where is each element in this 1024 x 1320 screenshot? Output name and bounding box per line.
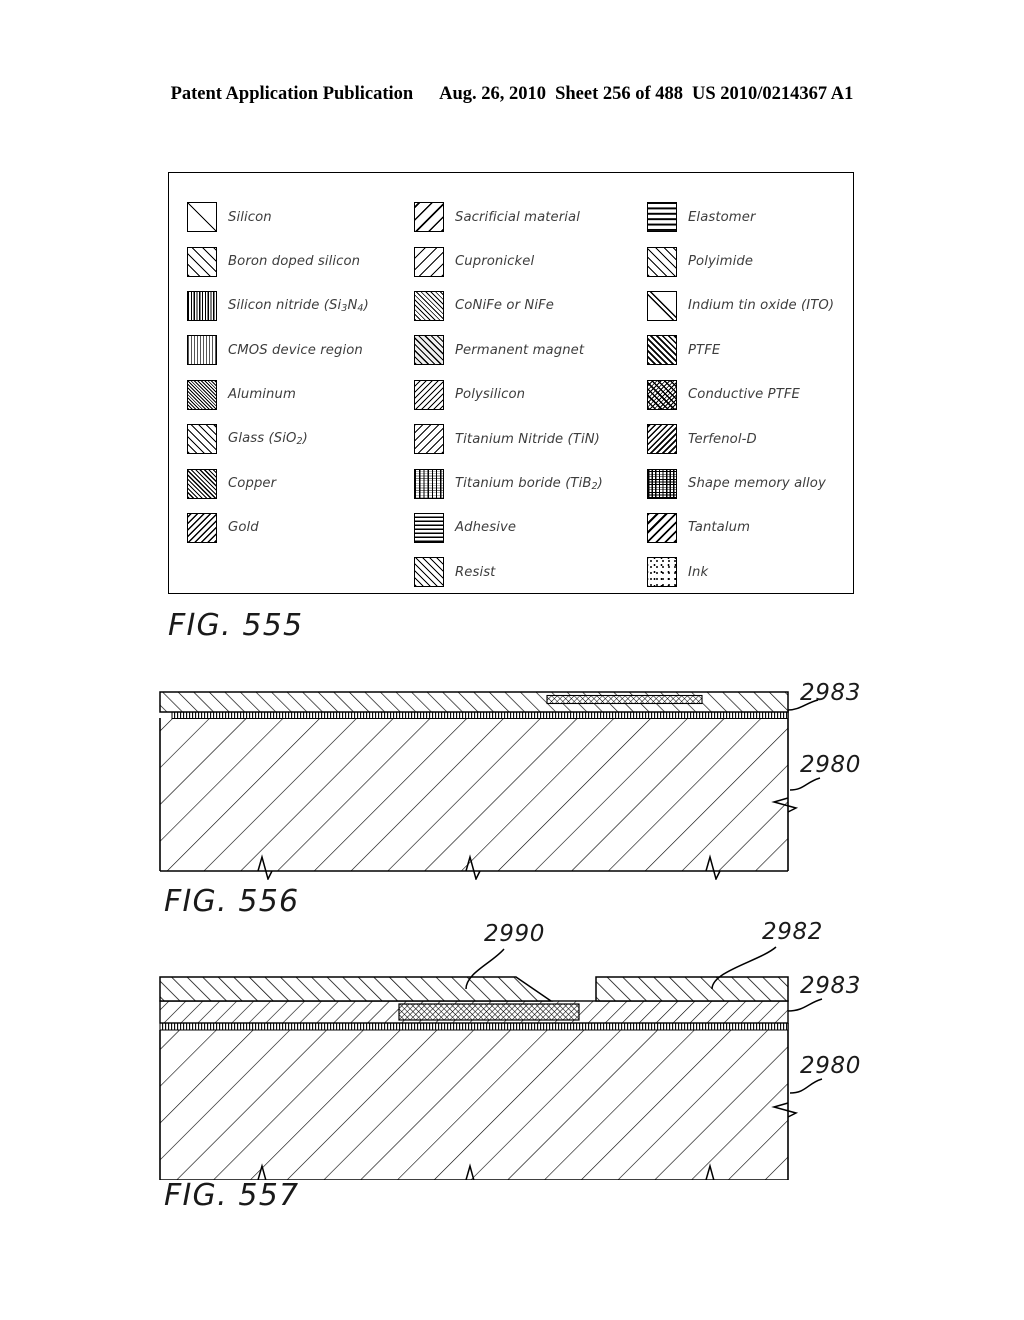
ref-numeral-2983: 2983	[800, 680, 861, 706]
legend-column-3: Elastomer Polyimide Indium tin oxide (ITO)…	[647, 195, 857, 595]
legend-label-polysilicon: Polysilicon	[455, 387, 526, 403]
figure-label-555: FIG. 555	[168, 608, 304, 643]
legend-swatch-ink-icon	[647, 557, 677, 588]
ref-numeral-2983: 2983	[800, 973, 861, 999]
legend-item-ink: Ink	[647, 550, 857, 594]
legend-item-ptfe: PTFE	[647, 328, 857, 372]
page-header: Patent Application Publication Aug. 26, 2…	[0, 84, 1024, 105]
legend-swatch-tantalum-icon	[647, 512, 677, 543]
legend-swatch-conife-or-nife-icon	[414, 290, 444, 321]
legend-item-polysilicon: Polysilicon	[414, 373, 649, 417]
header-patent-number: US 2010/0214367 A1	[692, 84, 854, 104]
figure-556-drawing: 2983 2980	[0, 670, 1024, 880]
legend-label-polyimide: Polyimide	[688, 254, 754, 270]
legend-label-titanium-nitride-tin: Titanium Nitride (TiN)	[455, 431, 600, 447]
legend-swatch-conductive-ptfe-icon	[647, 379, 677, 410]
legend-label-ink: Ink	[688, 564, 709, 580]
legend-swatch-polyimide-icon	[647, 246, 677, 277]
ref-numeral-2990: 2990	[484, 921, 545, 947]
legend-swatch-gold-icon	[187, 512, 217, 543]
legend-item-cupronickel: Cupronickel	[414, 239, 649, 283]
legend-label-copper: Copper	[228, 476, 277, 492]
legend-label-shape-memory-alloy: Shape memory alloy	[688, 476, 826, 492]
legend-item-conife-or-nife: CoNiFe or NiFe	[414, 284, 649, 328]
legend-label-cmos-device-region: CMOS device region	[228, 342, 363, 358]
legend-label-terfenol-d: Terfenol-D	[688, 431, 757, 447]
legend-item-permanent-magnet: Permanent magnet	[414, 328, 649, 372]
legend-swatch-titanium-nitride-tin-icon	[414, 424, 444, 455]
legend-swatch-aluminum-icon	[187, 379, 217, 410]
legend-label-elastomer: Elastomer	[688, 209, 756, 225]
legend-item-aluminum: Aluminum	[187, 373, 419, 417]
legend-label-silicon: Silicon	[228, 209, 272, 225]
legend-item-titanium-boride-tib2: Titanium boride (TiB2)	[414, 461, 649, 505]
legend-swatch-boron-doped-silicon-icon	[187, 246, 217, 277]
legend-item-gold: Gold	[187, 506, 419, 550]
legend-swatch-shape-memory-alloy-icon	[647, 468, 677, 499]
legend-item-silicon: Silicon	[187, 195, 419, 239]
legend-label-sacrificial-material: Sacrificial material	[455, 209, 580, 225]
legend-item-boron-doped-silicon: Boron doped silicon	[187, 239, 419, 283]
legend-item-shape-memory-alloy: Shape memory alloy	[647, 461, 857, 505]
legend-item-conductive-ptfe: Conductive PTFE	[647, 373, 857, 417]
legend-label-titanium-boride-tib2: Titanium boride (TiB2)	[455, 475, 603, 492]
legend-label-indium-tin-oxide-ito: Indium tin oxide (ITO)	[688, 298, 835, 314]
legend-swatch-glass-sio2-icon	[187, 424, 217, 455]
figure-label-557: FIG. 557	[164, 1178, 300, 1213]
legend-item-titanium-nitride-tin: Titanium Nitride (TiN)	[414, 417, 649, 461]
legend-swatch-copper-icon	[187, 468, 217, 499]
legend-swatch-ptfe-icon	[647, 335, 677, 366]
legend-swatch-resist-icon	[414, 557, 444, 588]
legend-swatch-titanium-boride-tib2-icon	[414, 468, 444, 499]
ref-numeral-2982: 2982	[762, 919, 823, 945]
legend-swatch-silicon-icon	[187, 202, 217, 233]
legend-label-resist: Resist	[455, 564, 496, 580]
legend-label-conductive-ptfe: Conductive PTFE	[688, 387, 800, 403]
legend-item-indium-tin-oxide-ito: Indium tin oxide (ITO)	[647, 284, 857, 328]
legend-item-tantalum: Tantalum	[647, 506, 857, 550]
legend-swatch-indium-tin-oxide-ito-icon	[647, 290, 677, 321]
ref-numeral-2980: 2980	[800, 752, 861, 778]
legend-label-aluminum: Aluminum	[228, 387, 296, 403]
legend-label-boron-doped-silicon: Boron doped silicon	[228, 254, 361, 270]
legend-item-adhesive: Adhesive	[414, 506, 649, 550]
legend-box: Silicon Boron doped silicon Silicon nitrid…	[168, 172, 854, 594]
legend-item-polyimide: Polyimide	[647, 239, 857, 283]
legend-item-sacrificial-material: Sacrificial material	[414, 195, 649, 239]
legend-swatch-elastomer-icon	[647, 202, 677, 233]
legend-swatch-terfenol-d-icon	[647, 424, 677, 455]
legend-label-cupronickel: Cupronickel	[455, 254, 535, 270]
header-publication: Patent Application Publication	[170, 84, 414, 104]
legend-item-copper: Copper	[187, 461, 419, 505]
legend-label-glass-sio2: Glass (SiO2)	[228, 431, 308, 448]
legend-item-glass-sio2: Glass (SiO2)	[187, 417, 419, 461]
figure-557-drawing: 2990 2982 2983 2980	[0, 915, 1024, 1180]
legend-swatch-cmos-device-region-icon	[187, 335, 217, 366]
legend-label-conife-or-nife: CoNiFe or NiFe	[455, 298, 555, 314]
header-sheet: Sheet 256 of 488	[555, 84, 684, 104]
legend-item-resist: Resist	[414, 550, 649, 594]
legend-column-2: Sacrificial material Cupronickel CoNiFe or…	[414, 195, 649, 595]
legend-column-1: Silicon Boron doped silicon Silicon nitrid…	[187, 195, 419, 550]
legend-swatch-silicon-nitride-si3n4-icon	[187, 290, 217, 321]
legend-swatch-polysilicon-icon	[414, 379, 444, 410]
legend-label-ptfe: PTFE	[688, 342, 721, 358]
legend-swatch-cupronickel-icon	[414, 246, 444, 277]
legend-label-adhesive: Adhesive	[455, 520, 517, 536]
legend-label-tantalum: Tantalum	[688, 520, 751, 536]
figure-label-556: FIG. 556	[164, 884, 300, 919]
legend-swatch-adhesive-icon	[414, 512, 444, 543]
legend-label-permanent-magnet: Permanent magnet	[455, 342, 585, 358]
legend-item-elastomer: Elastomer	[647, 195, 857, 239]
legend-swatch-permanent-magnet-icon	[414, 335, 444, 366]
ref-numeral-2980: 2980	[800, 1053, 861, 1079]
legend-item-silicon-nitride-si3n4: Silicon nitride (Si3N4)	[187, 284, 419, 328]
legend-item-terfenol-d: Terfenol-D	[647, 417, 857, 461]
legend-swatch-sacrificial-material-icon	[414, 202, 444, 233]
legend-label-gold: Gold	[228, 520, 259, 536]
header-date: Aug. 26, 2010	[439, 84, 547, 104]
legend-item-cmos-device-region: CMOS device region	[187, 328, 419, 372]
legend-label-silicon-nitride-si3n4: Silicon nitride (Si3N4)	[228, 297, 369, 314]
